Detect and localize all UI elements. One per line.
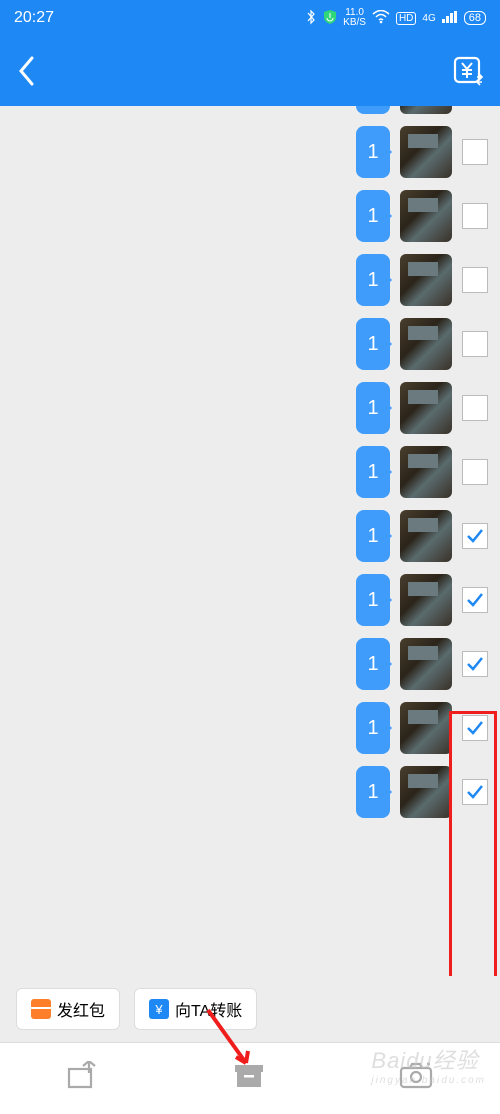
select-checkbox[interactable] <box>462 523 488 549</box>
bluetooth-icon <box>305 9 317 28</box>
message-row: 1 <box>0 760 500 824</box>
avatar[interactable] <box>400 510 452 562</box>
unread-badge: 1 <box>356 126 390 178</box>
unread-badge: 1 <box>356 106 390 114</box>
select-checkbox[interactable] <box>462 331 488 357</box>
message-row: 1 <box>0 440 500 504</box>
nav-bar <box>0 36 500 106</box>
avatar[interactable] <box>400 766 452 818</box>
transfer-icon-button[interactable] <box>452 55 484 87</box>
select-checkbox[interactable] <box>462 715 488 741</box>
signal-icon <box>442 11 458 26</box>
avatar[interactable] <box>400 638 452 690</box>
transfer-label: 向TA转账 <box>175 997 242 1021</box>
select-checkbox[interactable] <box>462 395 488 421</box>
avatar[interactable] <box>400 190 452 242</box>
archive-icon[interactable] <box>232 1062 266 1095</box>
chat-area: 1 1 1 1 1 1 1 1 1 1 1 1 <box>0 106 500 976</box>
avatar[interactable] <box>400 106 452 114</box>
select-checkbox[interactable] <box>462 267 488 293</box>
hongbao-label: 发红包 <box>57 997 105 1021</box>
avatar[interactable] <box>400 702 452 754</box>
select-checkbox[interactable] <box>462 139 488 165</box>
message-row: 1 <box>0 632 500 696</box>
select-checkbox[interactable] <box>462 587 488 613</box>
message-row: 1 <box>0 248 500 312</box>
message-row: 1 <box>0 696 500 760</box>
unread-badge: 1 <box>356 702 390 754</box>
message-row: 1 <box>0 120 500 184</box>
unread-badge: 1 <box>356 382 390 434</box>
message-row: 1 <box>0 376 500 440</box>
message-row: 1 <box>0 106 500 120</box>
unread-badge: 1 <box>356 638 390 690</box>
select-checkbox[interactable] <box>462 779 488 805</box>
status-time: 20:27 <box>14 9 305 27</box>
back-button[interactable] <box>16 54 38 88</box>
message-row: 1 <box>0 568 500 632</box>
net-rate: 11.0 KB/S <box>343 8 366 28</box>
status-bar: 20:27 11.0 KB/S HD 4G 68 <box>0 0 500 36</box>
select-checkbox[interactable] <box>462 459 488 485</box>
unread-badge: 1 <box>356 510 390 562</box>
hongbao-icon <box>31 999 51 1019</box>
send-hongbao-button[interactable]: 发红包 <box>16 988 120 1030</box>
avatar[interactable] <box>400 318 452 370</box>
select-checkbox[interactable] <box>462 203 488 229</box>
unread-badge: 1 <box>356 574 390 626</box>
message-row: 1 <box>0 184 500 248</box>
shield-icon <box>323 9 337 28</box>
message-row: 1 <box>0 312 500 376</box>
camera-icon[interactable] <box>398 1062 434 1095</box>
avatar[interactable] <box>400 254 452 306</box>
avatar[interactable] <box>400 574 452 626</box>
avatar[interactable] <box>400 446 452 498</box>
yen-icon: ¥ <box>149 999 169 1019</box>
message-row: 1 <box>0 504 500 568</box>
avatar[interactable] <box>400 126 452 178</box>
transfer-button[interactable]: ¥ 向TA转账 <box>134 988 257 1030</box>
status-right: 11.0 KB/S HD 4G 68 <box>305 8 486 28</box>
unread-badge: 1 <box>356 190 390 242</box>
unread-badge: 1 <box>356 318 390 370</box>
unread-badge: 1 <box>356 766 390 818</box>
avatar[interactable] <box>400 382 452 434</box>
quick-actions: 发红包 ¥ 向TA转账 <box>0 976 500 1042</box>
hd-badge: HD <box>396 12 416 25</box>
share-icon[interactable] <box>66 1061 100 1096</box>
select-checkbox[interactable] <box>462 651 488 677</box>
bottom-bar: Baidu经验 jingyan.baidu.com <box>0 1042 500 1114</box>
unread-badge: 1 <box>356 254 390 306</box>
signal-4g: 4G <box>422 13 435 24</box>
wifi-icon <box>372 10 390 27</box>
unread-badge: 1 <box>356 446 390 498</box>
battery-badge: 68 <box>464 11 486 25</box>
